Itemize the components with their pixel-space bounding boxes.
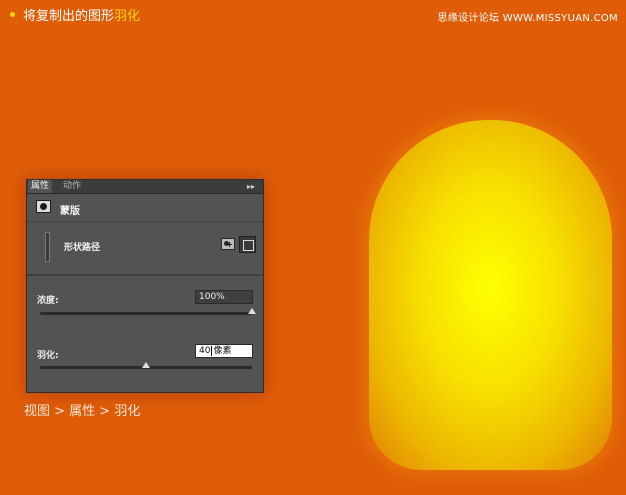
breadcrumb: 视图 > 属性 > 羽化: [24, 404, 141, 419]
add-pixel-mask-icon[interactable]: +: [221, 238, 235, 250]
properties-panel: 属性 动作 ▸▸ 蒙版 形状路径 + 浓度: 100% 羽化: 40 像素: [26, 179, 264, 393]
bullet-dot: [10, 12, 15, 17]
feather-unit: 像素: [213, 346, 232, 356]
path-thumbnail: [45, 232, 50, 262]
watermark: 思缘设计论坛 WWW.MISSYUAN.COM: [437, 13, 618, 24]
mask-header: 蒙版: [27, 194, 263, 222]
instruction-highlight: 羽化: [114, 9, 141, 24]
select-vector-mask-icon[interactable]: [239, 236, 256, 253]
feathered-yellow-shape: [369, 120, 612, 470]
shape-path-row: 形状路径 +: [27, 222, 263, 275]
feather-label: 羽化:: [37, 351, 59, 361]
density-input[interactable]: 100%: [195, 290, 253, 304]
feather-value: 40: [199, 346, 211, 356]
density-slider[interactable]: [40, 308, 256, 315]
instruction-prefix: 将复制出的图形: [23, 9, 115, 24]
density-slider-thumb[interactable]: [248, 308, 256, 314]
divider: [27, 275, 263, 276]
mask-title: 蒙版: [60, 206, 80, 217]
instruction-text: 将复制出的图形羽化: [23, 9, 140, 25]
tab-properties[interactable]: 属性: [28, 180, 53, 193]
tab-actions[interactable]: 动作: [60, 180, 84, 193]
mask-icon: [36, 200, 51, 213]
shape-path-label: 形状路径: [64, 243, 101, 253]
feather-slider[interactable]: [40, 362, 252, 369]
panel-tabbar: 属性 动作 ▸▸: [27, 180, 263, 194]
panel-menu-icon[interactable]: ▸▸: [247, 180, 255, 193]
feather-input[interactable]: 40 像素: [195, 344, 253, 358]
density-label: 浓度:: [37, 296, 59, 306]
feather-slider-thumb[interactable]: [142, 362, 150, 368]
